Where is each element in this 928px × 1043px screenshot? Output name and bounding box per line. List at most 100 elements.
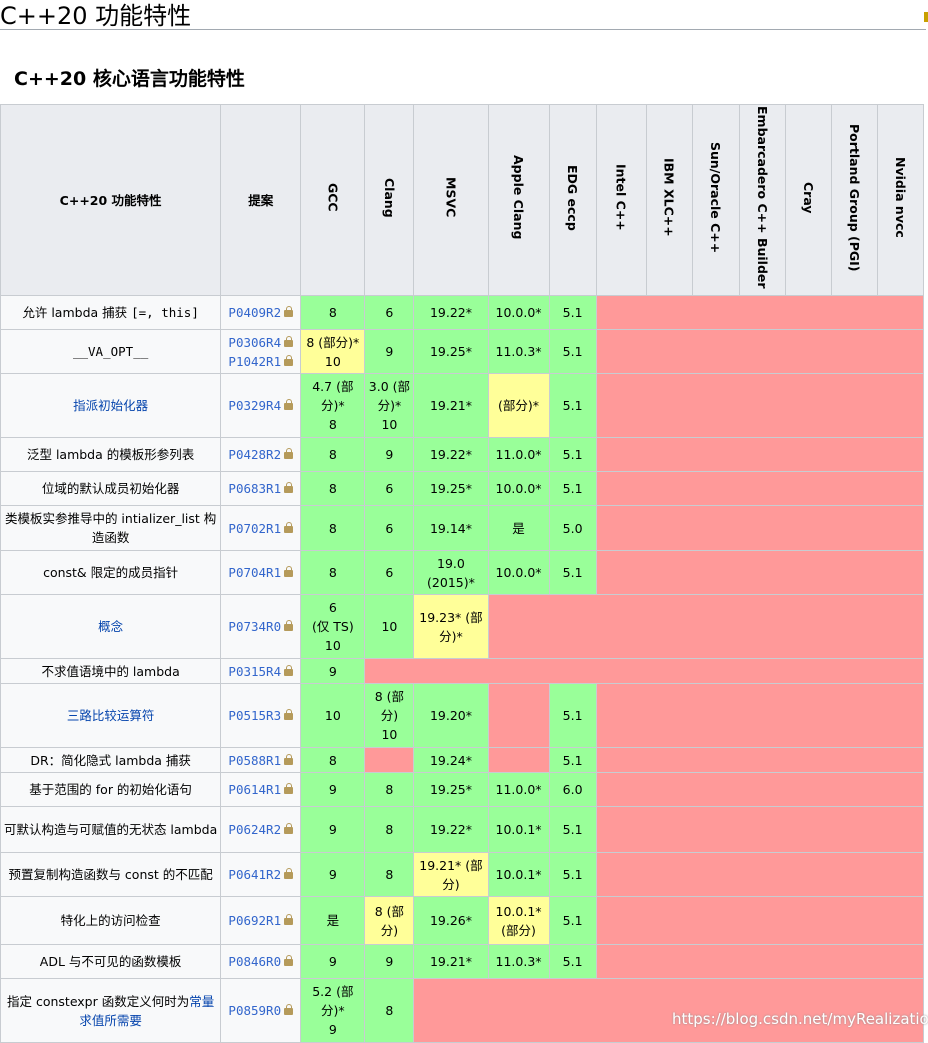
- compiler-header[interactable]: Sun/Oracle C++: [691, 104, 740, 296]
- support-cell: 5.1: [548, 295, 597, 330]
- feature-text: 特化上的访问检查: [60, 913, 161, 928]
- paper-link[interactable]: P0859R0: [228, 1003, 281, 1018]
- paper-link[interactable]: P0692R1: [228, 913, 281, 928]
- feature-cell: 允许 lambda 捕获 [=, this]: [0, 295, 222, 330]
- table-row: 指派初始化器 P0329R4 4.7 (部 分)* 8 3.0 (部 分)* 10 19.21*…: [0, 373, 925, 438]
- table-row: 特化上的访问检查 P0692R1 是 8 (部 分) 19.26* 10.0.1* (部分) 5…: [0, 896, 925, 945]
- paper-link[interactable]: P1042R1: [228, 354, 281, 369]
- paper-cell: P0702R1: [220, 505, 302, 551]
- feature-link[interactable]: 概念: [98, 619, 123, 634]
- support-value: 分): [380, 922, 399, 938]
- compiler-header[interactable]: Nvidia nvcc: [876, 104, 925, 296]
- compiler-name: Apple Clang: [511, 155, 527, 240]
- compiler-name: Intel C++: [613, 164, 629, 231]
- support-cell: 10.0.0*: [487, 471, 550, 506]
- lock-icon: [284, 354, 294, 366]
- support-value: 19.25*: [429, 344, 472, 359]
- compiler-header[interactable]: IBM XLC++: [645, 104, 693, 296]
- support-value: 10.0.1*: [495, 867, 542, 882]
- support-value: 8: [328, 447, 337, 462]
- support-value: 5.1: [562, 305, 583, 320]
- paper-link[interactable]: P0515R3: [228, 708, 281, 723]
- compiler-header[interactable]: GCC: [300, 104, 366, 296]
- paper-link[interactable]: P0641R2: [228, 867, 281, 882]
- support-cell: [595, 896, 925, 945]
- support-value: (仅 TS): [311, 619, 354, 634]
- support-value: 10: [381, 727, 398, 742]
- support-cell: 10: [364, 594, 415, 659]
- feature-link[interactable]: 指派初始化器: [73, 398, 148, 413]
- compiler-header[interactable]: Intel C++: [595, 104, 647, 296]
- compiler-header[interactable]: Embarcadero C++ Builder: [738, 104, 786, 296]
- support-value: 4.7 (部: [312, 379, 354, 394]
- compiler-name: EDG eccp: [565, 164, 581, 231]
- compiler-header[interactable]: Portland Group (PGI): [830, 104, 878, 296]
- paper-link[interactable]: P0624R2: [228, 822, 281, 837]
- support-value: 6.0: [562, 782, 583, 797]
- support-value: 19.14*: [429, 520, 472, 536]
- paper-link[interactable]: P0588R1: [228, 753, 281, 768]
- paper-cell: P0692R1: [220, 896, 302, 945]
- support-value: 8: [328, 417, 337, 432]
- paper-link[interactable]: P0428R2: [228, 447, 281, 462]
- paper-cell: P0641R2: [220, 852, 302, 897]
- support-value: 5.1: [562, 344, 583, 359]
- paper-entry: P0428R2: [221, 445, 300, 464]
- paper-cell: P0859R0: [220, 978, 302, 1043]
- support-cell: 5.1: [548, 550, 597, 595]
- support-value: 9: [328, 867, 337, 882]
- support-cell: 8: [364, 772, 415, 807]
- header-feature[interactable]: C++20 功能特性: [0, 104, 222, 296]
- support-value: 5.1: [562, 954, 583, 969]
- support-cell: [595, 329, 925, 374]
- support-cell: 是: [487, 505, 550, 551]
- support-cell: (部分)*: [487, 373, 550, 438]
- support-cell: 19.23* (部 分)*: [413, 594, 489, 659]
- support-value: 19.21*: [429, 398, 472, 413]
- support-cell: 19.14*: [413, 505, 489, 551]
- support-value: 5.1: [562, 447, 583, 462]
- support-value: 8 (部: [374, 689, 405, 704]
- support-cell: [364, 658, 924, 684]
- support-cell: [487, 594, 924, 659]
- header-paper[interactable]: 提案: [220, 104, 302, 296]
- support-value: 5.1: [562, 752, 583, 768]
- paper-link[interactable]: P0846R0: [228, 954, 281, 969]
- support-value: 19.23* (部: [419, 609, 483, 625]
- lock-icon: [284, 783, 294, 794]
- table-row: 可默认构造与可赋值的无状态 lambda P0624R2 9 8 19.22* 10.0.…: [0, 806, 925, 853]
- support-cell: [595, 806, 925, 853]
- paper-link[interactable]: P0329R4: [228, 398, 281, 413]
- table-row: 预置复制构造函数与 const 的不匹配 P0641R2 9 8 19.21* (部 分)…: [0, 852, 925, 897]
- paper-link[interactable]: P0702R1: [228, 521, 281, 536]
- feature-link[interactable]: 三路比较运算符: [67, 708, 155, 723]
- support-value: 10.0.0*: [495, 565, 542, 580]
- feature-cell: DR：简化隐式 lambda 捕获: [0, 747, 222, 773]
- section-title: C++20 核心语言功能特性: [14, 68, 245, 90]
- support-value: 分)*: [321, 398, 345, 413]
- compiler-header[interactable]: Cray: [784, 104, 832, 296]
- compiler-header[interactable]: EDG eccp: [548, 104, 597, 296]
- paper-link[interactable]: P0306R4: [228, 335, 281, 350]
- support-cell: 5.0: [548, 505, 597, 551]
- support-cell: 5.1: [548, 373, 597, 438]
- paper-link[interactable]: P0409R2: [228, 305, 281, 320]
- support-cell: 9: [300, 806, 366, 853]
- paper-link[interactable]: P0704R1: [228, 565, 281, 580]
- compiler-header[interactable]: MSVC: [413, 104, 489, 296]
- feature-cell: 基于范围的 for 的初始化语句: [0, 772, 222, 807]
- paper-link[interactable]: P0683R1: [228, 481, 281, 496]
- support-value: 5.1: [562, 867, 583, 882]
- compiler-header[interactable]: Apple Clang: [487, 104, 550, 296]
- lock-icon: [284, 448, 294, 459]
- paper-entry: P0409R2: [221, 303, 300, 322]
- lock-icon: [284, 335, 294, 347]
- paper-link[interactable]: P0614R1: [228, 782, 281, 797]
- paper-link[interactable]: P0734R0: [228, 619, 281, 634]
- compiler-name: Cray: [800, 181, 816, 214]
- table-header-row: C++20 功能特性 提案 GCC Clang MSVC Apple Clang EDG…: [0, 104, 925, 296]
- paper-link[interactable]: P0315R4: [228, 664, 281, 679]
- support-value: 19.22*: [429, 822, 472, 837]
- compiler-header[interactable]: Clang: [364, 104, 415, 296]
- support-value: 是: [326, 913, 340, 928]
